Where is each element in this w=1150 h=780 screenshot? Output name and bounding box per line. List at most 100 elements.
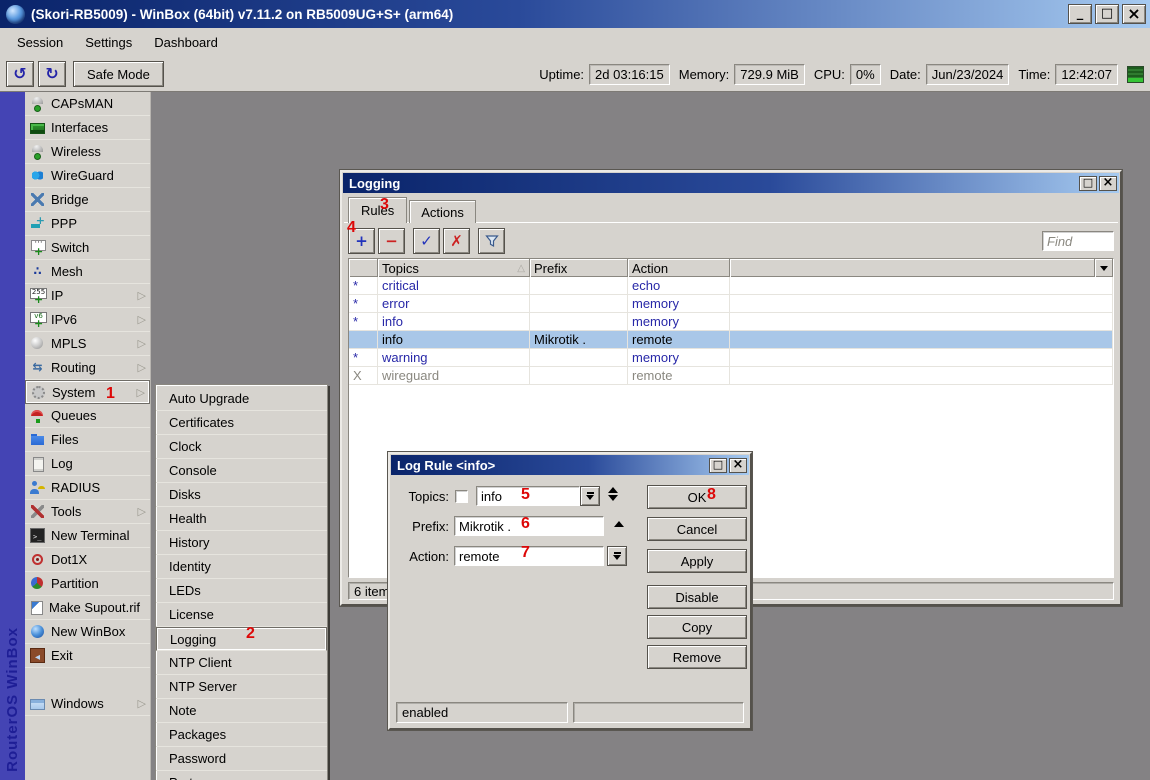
annotation-step-5: 5 [521, 488, 530, 502]
sidebar-item-new-terminal[interactable]: New Terminal [25, 524, 150, 548]
col-prefix[interactable]: Prefix [530, 259, 628, 277]
log-rule-close-button[interactable]: × [729, 458, 747, 473]
main-toolbar: ↺ ↻ Safe Mode Uptime: 2d 03:16:15 Memory… [0, 57, 1150, 92]
mpls-icon [30, 336, 45, 351]
sidebar-item-interfaces[interactable]: Interfaces [25, 116, 150, 140]
safe-mode-button[interactable]: Safe Mode [73, 61, 164, 87]
submenu-item-ntp-client[interactable]: NTP Client [156, 651, 327, 675]
logging-maximize-button[interactable]: □ [1079, 176, 1097, 191]
submenu-item-history[interactable]: History [156, 531, 327, 555]
annotation-step-1: 1 [106, 387, 115, 401]
submenu-item-health[interactable]: Health [156, 507, 327, 531]
sidebar-item-exit[interactable]: Exit [25, 644, 150, 668]
log-rule-titlebar[interactable]: Log Rule <info> □ × [391, 455, 749, 475]
sidebar-item-routing[interactable]: ⇆Routing▷ [25, 356, 150, 380]
submenu-item-leds[interactable]: LEDs [156, 579, 327, 603]
action-dropdown-button[interactable] [607, 546, 627, 566]
sidebar-item-files[interactable]: Files [25, 428, 150, 452]
submenu-item-console[interactable]: Console [156, 459, 327, 483]
submenu-item-clock[interactable]: Clock [156, 435, 327, 459]
col-empty [730, 259, 1095, 277]
annotation-step-4: 4 [347, 221, 356, 235]
topics-add-remove-spinner[interactable] [608, 487, 618, 501]
undo-button[interactable]: ↺ [6, 61, 34, 87]
submenu-item-disks[interactable]: Disks [156, 483, 327, 507]
undo-icon: ↺ [13, 67, 26, 81]
table-row-selected[interactable]: infoMikrotik .remote [349, 331, 1113, 349]
uptime-value: 2d 03:16:15 [589, 64, 670, 85]
ok-button[interactable]: OK [647, 485, 747, 509]
sidebar-item-capsman[interactable]: CAPsMAN [25, 92, 150, 116]
sidebar-item-tools[interactable]: Tools▷ [25, 500, 150, 524]
submenu-item-packages[interactable]: Packages [156, 723, 327, 747]
filter-button[interactable] [478, 228, 505, 254]
submenu-item-identity[interactable]: Identity [156, 555, 327, 579]
enable-rule-button[interactable]: ✓ [413, 228, 440, 254]
table-row[interactable]: *infomemory [349, 313, 1113, 331]
submenu-item-ports[interactable]: Ports [156, 771, 327, 780]
tab-actions[interactable]: Actions [409, 200, 476, 223]
logging-titlebar[interactable]: Logging □ × [343, 173, 1119, 193]
interfaces-icon [30, 123, 45, 134]
topics-dropdown-button[interactable] [580, 486, 600, 506]
windows-icon [30, 699, 45, 710]
sidebar-item-switch[interactable]: Switch [25, 236, 150, 260]
menu-session[interactable]: Session [6, 30, 74, 55]
sidebar-item-log[interactable]: Log [25, 452, 150, 476]
submenu-item-note[interactable]: Note [156, 699, 327, 723]
col-flags[interactable] [349, 259, 378, 277]
dropdown-icon [1100, 266, 1108, 271]
find-input[interactable] [1042, 231, 1114, 251]
table-row[interactable]: *errormemory [349, 295, 1113, 313]
col-topics[interactable]: Topics△ [378, 259, 530, 277]
minimize-button[interactable]: _ [1068, 4, 1092, 24]
sidebar-item-wireless[interactable]: Wireless [25, 140, 150, 164]
disable-button[interactable]: Disable [647, 585, 747, 609]
remove-button[interactable]: Remove [647, 645, 747, 669]
table-row[interactable]: *warningmemory [349, 349, 1113, 367]
action-label: Action: [392, 547, 449, 567]
maximize-button[interactable]: □ [1095, 4, 1119, 24]
menu-dashboard[interactable]: Dashboard [143, 30, 229, 55]
disable-rule-button[interactable]: ✗ [443, 228, 470, 254]
table-row-disabled[interactable]: Xwireguardremote [349, 367, 1113, 385]
submenu-item-ntp-server[interactable]: NTP Server [156, 675, 327, 699]
submenu-item-logging[interactable]: Logging [156, 627, 327, 651]
topics-checkbox[interactable] [455, 490, 468, 503]
submenu-item-password[interactable]: Password [156, 747, 327, 771]
remove-topic-row-button[interactable] [614, 521, 624, 527]
sidebar-item-ip[interactable]: IP▷ [25, 284, 150, 308]
sidebar-item-windows[interactable]: Windows▷ [25, 692, 150, 716]
submenu-item-certificates[interactable]: Certificates [156, 411, 327, 435]
column-menu-button[interactable] [1095, 259, 1113, 277]
sidebar-item-radius[interactable]: RADIUS [25, 476, 150, 500]
copy-button[interactable]: Copy [647, 615, 747, 639]
sidebar-item-queues[interactable]: Queues [25, 404, 150, 428]
redo-button[interactable]: ↻ [38, 61, 66, 87]
col-action[interactable]: Action [628, 259, 730, 277]
sidebar-item-dot1x[interactable]: Dot1X [25, 548, 150, 572]
annotation-step-6: 6 [521, 517, 530, 531]
sidebar-item-make-supout[interactable]: Make Supout.rif [25, 596, 150, 620]
sidebar-item-partition[interactable]: Partition [25, 572, 150, 596]
sidebar-item-mpls[interactable]: MPLS▷ [25, 332, 150, 356]
sidebar-item-wireguard[interactable]: WireGuard [25, 164, 150, 188]
log-rule-maximize-button[interactable]: □ [709, 458, 727, 473]
sidebar-item-new-winbox[interactable]: New WinBox [25, 620, 150, 644]
table-row[interactable]: *criticalecho [349, 277, 1113, 295]
tab-rules[interactable]: Rules [348, 197, 407, 223]
cancel-button[interactable]: Cancel [647, 517, 747, 541]
sidebar-item-mesh[interactable]: ∴Mesh [25, 260, 150, 284]
sidebar-item-bridge[interactable]: Bridge [25, 188, 150, 212]
time-value: 12:42:07 [1055, 64, 1118, 85]
submenu-item-auto-upgrade[interactable]: Auto Upgrade [156, 387, 327, 411]
logging-close-button[interactable]: × [1099, 176, 1117, 191]
sidebar-item-system[interactable]: System▷ [25, 380, 150, 404]
apply-button[interactable]: Apply [647, 549, 747, 573]
close-button[interactable]: × [1122, 4, 1146, 24]
sidebar-item-ppp[interactable]: PPP [25, 212, 150, 236]
sidebar-item-ipv6[interactable]: IPv6▷ [25, 308, 150, 332]
submenu-item-license[interactable]: License [156, 603, 327, 627]
remove-rule-button[interactable]: − [378, 228, 405, 254]
menu-settings[interactable]: Settings [74, 30, 143, 55]
